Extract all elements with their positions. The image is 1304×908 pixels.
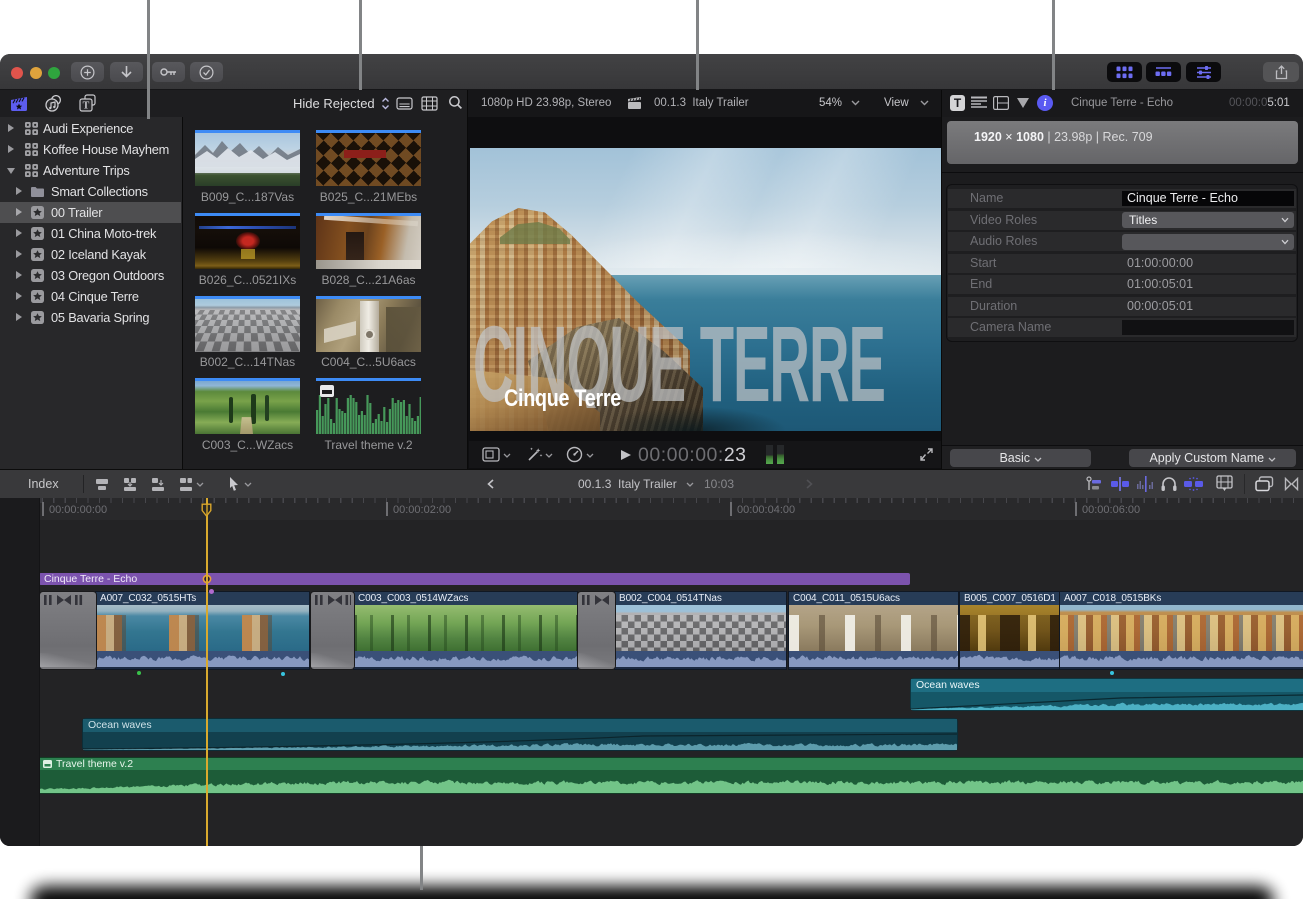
svg-text:T: T xyxy=(83,101,90,112)
